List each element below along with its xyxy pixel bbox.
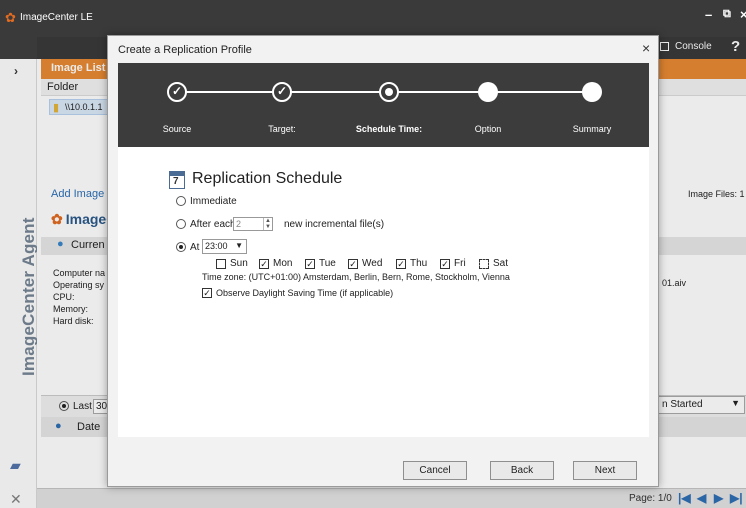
sat-label: Sat [493, 258, 509, 269]
immediate-radio[interactable] [176, 196, 186, 206]
step-schedule-current-icon [379, 82, 399, 102]
after-each-label: After each [190, 219, 236, 230]
expand-rail-icon[interactable]: › [14, 64, 18, 78]
stepper-arrows-icon[interactable]: ▲ ▼ [263, 218, 272, 230]
fri-label: Fri [454, 258, 466, 269]
tue-checkbox[interactable]: ✓ [305, 259, 315, 269]
step-target-done-icon: ✓ [272, 82, 292, 102]
wed-label: Wed [362, 258, 383, 269]
sun-checkbox[interactable] [216, 259, 226, 269]
app-logo-icon: ✿ [5, 10, 16, 25]
thu-checkbox[interactable]: ✓ [396, 259, 406, 269]
wizard-steps: ✓ ✓ Source Target: Schedule Time: Option… [118, 63, 649, 147]
at-label: At [190, 242, 200, 253]
close-app-icon[interactable]: × [740, 7, 746, 22]
after-each-radio[interactable] [176, 219, 186, 229]
dst-label: Observe Daylight Saving Time (if applica… [216, 288, 394, 298]
sat-checkbox[interactable] [479, 259, 489, 269]
dialog-close-icon[interactable]: × [642, 40, 650, 56]
step-label-summary: Summary [572, 124, 612, 134]
section-title: Replication Schedule [192, 170, 343, 187]
app-title: ImageCenter LE [20, 12, 93, 23]
tue-label: Tue [319, 258, 336, 269]
step-label-target: Target: [268, 124, 296, 134]
monitor-icon[interactable]: ▰ [10, 457, 26, 473]
left-rail: › ImageCenter Agent ▰ ✕ [0, 59, 38, 508]
next-button[interactable]: Next [573, 461, 637, 480]
sun-label: Sun [230, 258, 248, 269]
restore-icon[interactable]: ⧉ [723, 8, 731, 21]
app-titlebar: ✿ ImageCenter LE – ⧉ × [0, 0, 746, 37]
thu-label: Thu [410, 258, 428, 269]
step-source-done-icon: ✓ [167, 82, 187, 102]
dst-checkbox[interactable]: ✓ [202, 288, 212, 298]
immediate-label: Immediate [190, 196, 237, 207]
step-label-option: Option [474, 124, 502, 134]
step-option-pending-icon [478, 82, 498, 102]
wed-checkbox[interactable]: ✓ [348, 259, 358, 269]
after-each-stepper[interactable]: 2 ▲ ▼ [233, 217, 273, 231]
timezone-text: Time zone: (UTC+01:00) Amsterdam, Berlin… [202, 272, 510, 282]
chevron-down-icon: ▼ [235, 241, 243, 250]
at-time-select[interactable]: 23:00 ▼ [202, 239, 247, 254]
cancel-button[interactable]: Cancel [403, 461, 467, 480]
schedule-content: 7 Replication Schedule Immediate After e… [118, 147, 649, 437]
fri-checkbox[interactable]: ✓ [440, 259, 450, 269]
step-summary-pending-icon [582, 82, 602, 102]
mon-checkbox[interactable]: ✓ [259, 259, 269, 269]
replication-profile-dialog: Create a Replication Profile × ✓ ✓ Sourc… [107, 35, 659, 487]
dialog-title: Create a Replication Profile [118, 44, 252, 56]
step-label-schedule: Schedule Time: [355, 124, 423, 134]
back-button[interactable]: Back [490, 461, 554, 480]
calendar-icon: 7 [169, 171, 185, 189]
tools-icon[interactable]: ✕ [10, 491, 26, 507]
at-time-radio[interactable] [176, 242, 186, 252]
mon-label: Mon [273, 258, 293, 269]
rail-label: ImageCenter Agent [19, 217, 38, 376]
after-each-suffix: new incremental file(s) [284, 219, 385, 230]
minimize-icon[interactable]: – [705, 7, 712, 22]
step-label-source: Source [162, 124, 192, 134]
